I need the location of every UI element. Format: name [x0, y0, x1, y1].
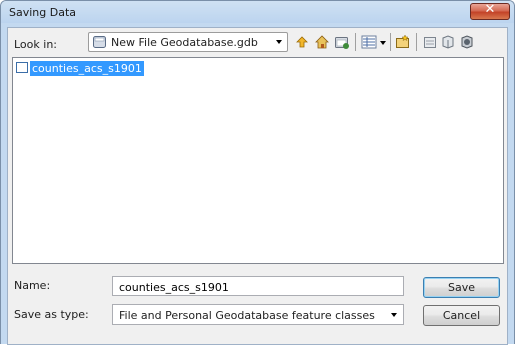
look-in-dropdown[interactable]: New File Geodatabase.gdb: [88, 32, 288, 52]
look-in-label: Look in:: [14, 38, 57, 51]
dialog-body: Look in: New File Geodatabase.gdb counti…: [7, 27, 508, 345]
save-as-type-label: Save as type:: [14, 308, 89, 321]
close-button[interactable]: ✕: [470, 2, 510, 20]
up-one-level-icon[interactable]: [294, 34, 310, 50]
dialog-title: Saving Data: [9, 6, 77, 19]
feature-class-icon: [16, 62, 28, 73]
toolbar-separator: [355, 33, 356, 51]
home-icon[interactable]: [314, 34, 330, 50]
look-in-value: New File Geodatabase.gdb: [111, 36, 258, 49]
save-as-type-value: File and Personal Geodatabase feature cl…: [119, 309, 375, 322]
name-field[interactable]: [112, 276, 404, 296]
list-item-label: counties_acs_s1901: [30, 61, 144, 76]
save-button[interactable]: Save: [423, 277, 500, 298]
view-list-icon[interactable]: [361, 34, 377, 50]
close-icon: ✕: [484, 2, 496, 17]
view-dropdown-chevron-icon[interactable]: [380, 41, 386, 45]
properties-icon[interactable]: [422, 34, 438, 50]
saving-data-dialog: Saving Data ✕ Look in: New File Geodatab…: [0, 0, 515, 345]
new-feature-class-icon[interactable]: [395, 34, 411, 50]
chevron-down-icon[interactable]: [391, 313, 397, 317]
geodatabase-icon: [93, 36, 106, 48]
toolbar-separator: [416, 33, 417, 51]
cancel-button[interactable]: Cancel: [423, 305, 500, 326]
connect-folder-icon[interactable]: [334, 34, 350, 50]
new-table-icon[interactable]: [440, 34, 456, 50]
title-bar[interactable]: Saving Data ✕: [1, 1, 514, 23]
save-as-type-dropdown[interactable]: File and Personal Geodatabase feature cl…: [112, 304, 404, 325]
file-list[interactable]: counties_acs_s1901: [12, 57, 504, 264]
toolbar-separator: [390, 33, 391, 51]
globe-icon[interactable]: [459, 34, 475, 50]
name-label: Name:: [14, 279, 51, 292]
chevron-down-icon[interactable]: [276, 40, 282, 44]
